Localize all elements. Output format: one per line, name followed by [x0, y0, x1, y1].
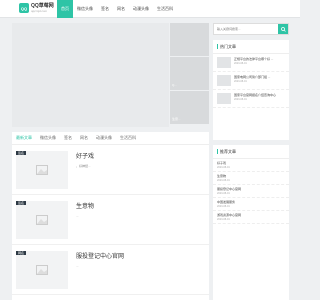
hot-item[interactable]: 国家平台官网报名介绍查询中心 2023-08-01: [213, 90, 289, 108]
recommended-item[interactable]: 生意物 2023-08-01: [213, 172, 289, 185]
article-thumbnail[interactable]: 签名: [16, 151, 68, 189]
recommended-item[interactable]: 中国发展服务 2023-08-01: [213, 198, 289, 211]
rec-item-title: 服投登记中心官网: [217, 187, 242, 191]
article-thumbnail[interactable]: 签名: [16, 201, 68, 239]
search-box: [213, 23, 289, 35]
hot-item-date: 2023-08-01: [234, 62, 247, 65]
hot-thumb: [217, 93, 231, 104]
rec-item-title: 游戏资源中心官网: [217, 213, 242, 217]
tab-wechat-avatar[interactable]: 微信头像: [40, 135, 56, 141]
article-title[interactable]: 好子戏: [76, 151, 198, 160]
category-tag: 网名: [16, 251, 27, 255]
rec-item-title: 中国发展服务: [217, 200, 236, 204]
recommended-item[interactable]: 好子戏 2023-08-01: [213, 159, 289, 172]
hot-item[interactable]: 国家电网公司简介部门组 ... 2023-08-01: [213, 72, 289, 90]
article-title[interactable]: 服投登记中心官网: [76, 251, 198, 260]
search-icon: [280, 26, 286, 32]
hot-thumb: [217, 57, 231, 68]
category-tabs: 最新文章 微信头像 签名 网名 动漫头像 生活百科: [12, 132, 209, 145]
recommended-title: 推荐文章: [220, 148, 236, 154]
rec-item-title: 好子戏: [217, 161, 227, 165]
hot-item-title: 国家平台官网报名介绍查询中心: [234, 93, 277, 97]
article-thumbnail[interactable]: 网名: [16, 251, 68, 289]
side-thumb-label: 生意...: [172, 117, 181, 121]
rec-item-date: 2023-08-01: [217, 218, 230, 221]
tab-life-wiki[interactable]: 生活百科: [120, 135, 136, 141]
recommended-item[interactable]: 服投登记中心官网 2023-08-01: [213, 185, 289, 198]
tab-nickname[interactable]: 网名: [80, 135, 88, 141]
category-tag: 签名: [16, 151, 27, 155]
slider-side-thumbs: Q... 生意...: [170, 23, 209, 127]
rec-item-date: 2023-08-01: [217, 205, 230, 208]
recommended-panel: 推荐文章 好子戏 2023-08-01 生意物 2023-08-01 服投登记中心官…: [213, 145, 289, 300]
article-item[interactable]: 签名 好子戏 ，好神经...: [12, 145, 209, 195]
hot-item[interactable]: 正规平台的法律平台哪个好 ... 2023-08-01: [213, 54, 289, 72]
top-navbar: QQ QQ草莓网 qqcmjd.com 首页 微信头像 签名 网名 动漫头像 生…: [0, 0, 300, 18]
image-placeholder-icon: [36, 215, 48, 225]
hot-title: 热门文章: [220, 43, 236, 49]
rec-item-date: 2023-08-01: [217, 192, 230, 195]
article-item[interactable]: 签名 生意物 ...: [12, 195, 209, 245]
tab-latest[interactable]: 最新文章: [16, 135, 32, 141]
nav-home[interactable]: 首页: [57, 0, 73, 18]
image-placeholder-icon: [36, 265, 48, 275]
logo-badge: QQ: [19, 3, 29, 13]
hot-item-title: 国家电网公司简介部门组 ...: [234, 75, 271, 79]
article-title[interactable]: 生意物: [76, 201, 198, 210]
nav-nickname[interactable]: 网名: [113, 0, 129, 18]
nav-life-wiki[interactable]: 生活百科: [153, 0, 177, 18]
nav-wechat-avatar[interactable]: 微信头像: [73, 0, 97, 18]
hot-articles-panel: 热门文章 正规平台的法律平台哪个好 ... 2023-08-01 国家电网公司简介…: [213, 40, 289, 140]
hot-thumb: [217, 75, 231, 86]
main-nav: 首页 微信头像 签名 网名 动漫头像 生活百科: [57, 0, 177, 18]
side-thumb[interactable]: Q...: [170, 57, 209, 91]
nav-signature[interactable]: 签名: [97, 0, 113, 18]
category-tag: 签名: [16, 201, 27, 205]
hero-slider[interactable]: [12, 23, 169, 127]
tab-anime-avatar[interactable]: 动漫头像: [96, 135, 112, 141]
rec-item-title: 生意物: [217, 174, 227, 178]
search-input[interactable]: [214, 24, 278, 34]
site-logo[interactable]: QQ QQ草莓网 qqcmjd.com: [19, 3, 54, 13]
recommended-item[interactable]: 游戏资源中心官网 2023-08-01: [213, 211, 289, 224]
side-thumb[interactable]: [170, 23, 209, 57]
site-domain: qqcmjd.com: [31, 9, 48, 13]
search-button[interactable]: [278, 24, 288, 34]
article-item[interactable]: 网名 服投登记中心官网 ...: [12, 245, 209, 295]
hot-item-date: 2023-08-01: [234, 98, 247, 101]
tab-signature[interactable]: 签名: [64, 135, 72, 141]
side-thumb-label: Q...: [172, 83, 177, 87]
hot-item-title: 正规平台的法律平台哪个好 ...: [234, 57, 274, 61]
article-desc: ，好神经...: [76, 164, 91, 168]
article-desc: ...: [76, 214, 79, 218]
side-thumb[interactable]: 生意...: [170, 91, 209, 125]
hot-item-date: 2023-08-01: [234, 80, 247, 83]
article-list: 最新文章 微信头像 签名 网名 动漫头像 生活百科 签名 好子戏 ，好神经...…: [12, 132, 209, 300]
article-desc: ...: [76, 264, 79, 268]
image-placeholder-icon: [36, 165, 48, 175]
rec-item-date: 2023-08-01: [217, 179, 230, 182]
nav-anime-avatar[interactable]: 动漫头像: [129, 0, 153, 18]
rec-item-date: 2023-08-01: [217, 166, 230, 169]
